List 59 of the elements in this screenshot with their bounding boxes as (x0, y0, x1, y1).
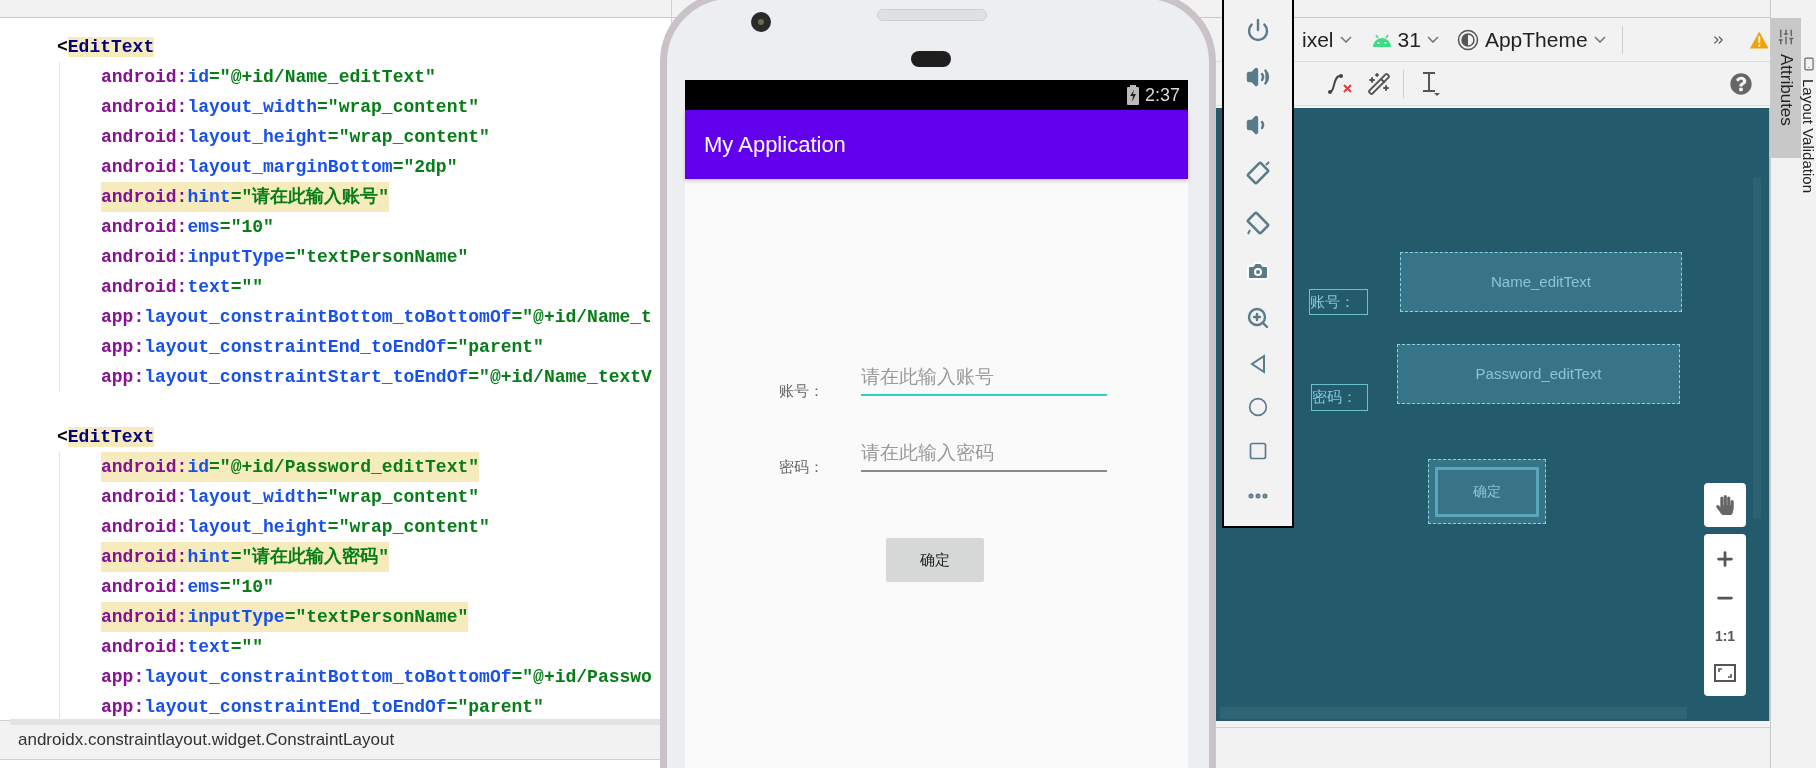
hand-icon (1715, 495, 1735, 515)
text-input[interactable]: 请在此输入账号 (861, 360, 1107, 396)
blueprint-label[interactable]: 密码： (1311, 384, 1368, 411)
camera-icon[interactable] (1246, 259, 1270, 283)
side-tab[interactable]: Attributes (1771, 18, 1801, 158)
home-icon[interactable] (1248, 397, 1268, 418)
api-level-dropdown[interactable]: 31 (1371, 23, 1439, 56)
code-line: android:text="" (101, 276, 264, 299)
code-line: <EditText (57, 426, 155, 449)
zoom-in-icon[interactable] (1246, 306, 1270, 331)
code-line: android:layout_height="wrap_content" (101, 516, 490, 539)
help-icon[interactable] (1730, 72, 1752, 95)
chevron-down-icon (1339, 36, 1352, 43)
code-line: app:layout_constraintEnd_toEndOf="parent" (101, 336, 544, 359)
battery-icon (1126, 85, 1139, 105)
clear-constraints-icon[interactable] (1327, 72, 1353, 95)
code-line: android:ems="10" (101, 216, 274, 239)
android-icon (1371, 32, 1392, 47)
vertical-spacing-icon[interactable] (1420, 70, 1442, 97)
code-line: android:layout_width="wrap_content" (101, 486, 480, 509)
pan-button[interactable] (1704, 483, 1746, 527)
code-line: android:layout_height="wrap_content" (101, 126, 490, 149)
code-line: android:layout_marginBottom="2dp" (101, 156, 458, 179)
app-title: My Application (704, 131, 846, 159)
power-icon[interactable] (1246, 17, 1270, 42)
side-tab[interactable]: Layout Validation (1801, 55, 1816, 255)
chevron-down-icon (1593, 36, 1606, 43)
code-line: android:id="@+id/Name_editText" (101, 66, 436, 89)
device-dropdown[interactable]: ixel (1302, 23, 1352, 56)
confirm-button[interactable]: 确定 (886, 538, 984, 582)
code-line: app:layout_constraintEnd_toEndOf="parent" (101, 696, 544, 719)
theme-dropdown[interactable]: AppTheme (1456, 23, 1606, 56)
theme-icon (1456, 28, 1479, 51)
blueprint-label[interactable]: 账号： (1309, 289, 1368, 315)
code-line: app:layout_constraintBottom_toBottomOf="@+id/Name_t (101, 306, 652, 329)
text-input[interactable]: 请在此输入密码 (861, 436, 1107, 472)
code-line: app:layout_constraintBottom_toBottomOf="@+id/Passwo (101, 666, 652, 689)
camera-icon (750, 11, 772, 33)
earpiece (911, 51, 951, 67)
back-icon[interactable] (1249, 353, 1267, 374)
clock: 2:37 (1144, 83, 1180, 107)
magic-wand-icon[interactable] (1367, 71, 1391, 96)
field-label: 账号： (779, 380, 825, 401)
code-line: android:layout_width="wrap_content" (101, 96, 480, 119)
device-icon (1801, 57, 1816, 71)
rotate-left-icon[interactable] (1245, 160, 1271, 187)
code-line: android:text="" (101, 636, 264, 659)
code-line: android:ems="10" (101, 576, 274, 599)
code-line: android:inputType="textPersonName" (101, 246, 469, 269)
actual-size-button[interactable]: 1:1 (1714, 625, 1736, 647)
field-label: 密码： (779, 456, 825, 477)
chevron-down-icon (1426, 36, 1439, 43)
code-line: app:layout_constraintStart_toEndOf="@+id/Name_textV (101, 366, 652, 389)
fit-screen-icon[interactable] (1714, 663, 1736, 682)
rotate-right-icon[interactable] (1245, 209, 1271, 236)
code-line: <EditText (57, 36, 155, 59)
square-icon[interactable] (1248, 440, 1268, 461)
horizontal-scrollbar[interactable] (10, 719, 661, 725)
sliders-icon (1777, 28, 1795, 46)
